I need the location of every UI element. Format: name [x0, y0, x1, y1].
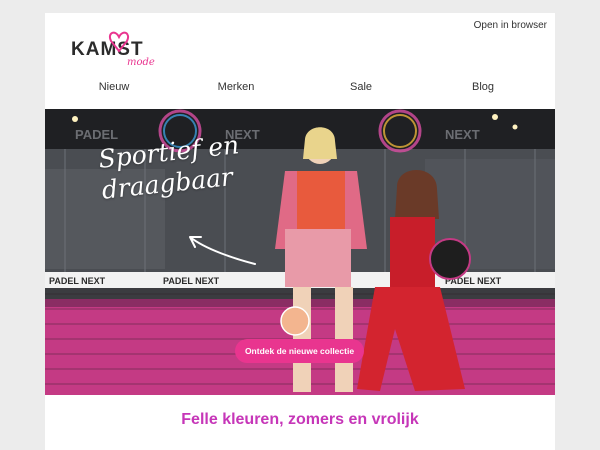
hero-banner[interactable]: PADEL NEXT NEXT PADEL NEXT PADEL NEXT PA… [45, 109, 555, 395]
email-card: KAMST mode Open in browser Nieuw Merken … [45, 13, 555, 450]
logo-graphic: KAMST mode [71, 31, 155, 68]
nav-item-blog[interactable]: Blog [443, 81, 523, 93]
kamst-mode-logo[interactable]: KAMST mode [71, 25, 191, 71]
nav-item-sale[interactable]: Sale [321, 81, 401, 93]
svg-text:NEXT: NEXT [445, 127, 480, 142]
main-nav: Nieuw Merken Sale Blog [45, 81, 555, 97]
net-brand-left: PADEL NEXT [49, 276, 106, 286]
logo-subtext: mode [127, 57, 155, 68]
nav-item-merken[interactable]: Merken [196, 81, 276, 93]
discover-collection-button[interactable]: Ontdek de nieuwe collectie [235, 339, 364, 363]
nav-item-nieuw[interactable]: Nieuw [74, 81, 154, 93]
svg-text:PADEL: PADEL [75, 127, 118, 142]
email-header: KAMST mode Open in browser [45, 13, 555, 73]
net-brand-center: PADEL NEXT [163, 276, 220, 286]
open-in-browser-link[interactable]: Open in browser [474, 20, 547, 31]
section-headline: Felle kleuren, zomers en vrolijk [181, 411, 419, 428]
